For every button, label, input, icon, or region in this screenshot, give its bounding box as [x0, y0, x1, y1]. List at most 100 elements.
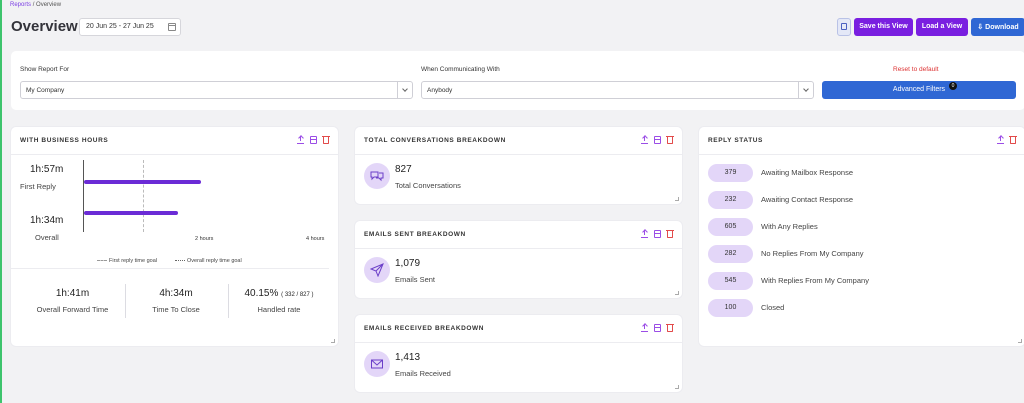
chart-axis [83, 160, 84, 232]
legend-label: First reply time goal [109, 258, 157, 264]
total-conversations-label: Total Conversations [395, 181, 461, 190]
export-icon[interactable] [297, 136, 304, 144]
report-for-label: Show Report For [20, 66, 70, 73]
status-count-pill: 379 [708, 164, 753, 182]
load-view-button[interactable]: Load a View [916, 18, 968, 36]
view-settings-button[interactable] [837, 18, 851, 36]
chevron-down-icon [798, 82, 813, 98]
stat-forward-time: 1h:41m Overall Forward Time [20, 288, 125, 314]
card-title: TOTAL CONVERSATIONS BREAKDOWN [364, 137, 506, 144]
paper-plane-icon [364, 257, 390, 283]
stat-value: 4h:34m [159, 288, 193, 299]
stat-label: Overall Forward Time [36, 305, 109, 314]
filter-bar: Show Report For My Company When Communic… [11, 51, 1024, 110]
divider [355, 154, 682, 155]
date-range-picker[interactable]: 20 Jun 25 - 27 Jun 25 [79, 18, 181, 36]
communicating-with-value: Anybody [427, 87, 453, 94]
emails-sent-value: 1,079 [395, 258, 421, 269]
delete-icon[interactable] [1009, 136, 1017, 144]
advanced-filters-label: Advanced Filters [892, 86, 946, 93]
status-count-pill: 545 [708, 272, 753, 290]
handled-rate-value: 40.15% [244, 288, 279, 299]
total-conversations-value: 827 [395, 164, 412, 175]
save-icon[interactable] [654, 230, 661, 238]
stat-value: 1h:41m [55, 288, 90, 299]
divider [355, 342, 682, 343]
download-button[interactable]: ⇩ Download [971, 18, 1024, 36]
resize-handle[interactable] [675, 291, 679, 295]
export-icon[interactable] [641, 136, 648, 144]
card-actions [641, 324, 674, 332]
card-actions [997, 136, 1017, 144]
resize-handle[interactable] [675, 197, 679, 201]
delete-icon[interactable] [666, 230, 674, 238]
status-label: With Any Replies [761, 222, 818, 231]
save-icon[interactable] [654, 136, 661, 144]
card-title: REPLY STATUS [708, 137, 763, 144]
reply-status-card: REPLY STATUS 379 Awaiting Mailbox Respon… [699, 127, 1024, 346]
stat-label: Time To Close [152, 305, 200, 314]
divider [11, 154, 338, 155]
export-icon[interactable] [641, 324, 648, 332]
resize-handle[interactable] [331, 339, 335, 343]
delete-icon[interactable] [322, 136, 330, 144]
breadcrumb-separator: / [32, 2, 35, 8]
card-actions [297, 136, 330, 144]
divider [355, 248, 682, 249]
status-count-pill: 232 [708, 191, 753, 209]
first-reply-value: 1h:57m [30, 164, 64, 175]
card-actions [641, 136, 674, 144]
x-tick-2h: 2 hours [195, 236, 214, 242]
dotted-line-icon [175, 260, 185, 262]
export-icon[interactable] [641, 230, 648, 238]
reset-to-default-link[interactable]: Reset to default [893, 66, 939, 73]
status-count-pill: 100 [708, 299, 753, 317]
stat-time-to-close: 4h:34m Time To Close [126, 288, 226, 314]
report-for-value: My Company [26, 87, 65, 94]
advanced-filters-button[interactable]: Advanced Filters 0 [822, 81, 1016, 99]
card-title: EMAILS SENT BREAKDOWN [364, 231, 466, 238]
status-count-pill: 605 [708, 218, 753, 236]
status-count-pill: 282 [708, 245, 753, 263]
overall-label: Overall [35, 233, 59, 242]
card-title: EMAILS RECEIVED BREAKDOWN [364, 325, 485, 332]
stat-handled-rate: 40.15% ( 332 / 827 ) Handled rate [229, 288, 329, 314]
breadcrumb: Reports / Overview [10, 2, 61, 8]
save-view-button[interactable]: Save this View [854, 18, 913, 36]
layout-icon [841, 23, 847, 30]
handled-rate-detail: ( 332 / 827 ) [281, 292, 314, 298]
emails-received-value: 1,413 [395, 352, 421, 363]
resize-handle[interactable] [1018, 339, 1022, 343]
legend-label: Overall reply time goal [187, 258, 242, 264]
stat-label: Handled rate [257, 305, 301, 314]
card-actions [641, 230, 674, 238]
envelope-icon [364, 351, 390, 377]
status-label: Awaiting Contact Response [761, 195, 853, 204]
communicating-with-label: When Communicating With [421, 66, 500, 73]
legend-overall-goal: Overall reply time goal [175, 258, 242, 264]
emails-sent-card: EMAILS SENT BREAKDOWN 1,079 Emails Sent [355, 221, 682, 298]
dashed-line-icon [97, 260, 107, 262]
download-label: Download [985, 24, 1019, 31]
emails-sent-label: Emails Sent [395, 275, 436, 284]
delete-icon[interactable] [666, 136, 674, 144]
save-icon[interactable] [654, 324, 661, 332]
card-title: WITH BUSINESS HOURS [20, 137, 109, 144]
export-icon[interactable] [997, 136, 1004, 144]
download-icon: ⇩ [977, 24, 986, 31]
status-label: Closed [761, 303, 785, 312]
page-title: Overview [11, 18, 78, 35]
breadcrumb-reports-link[interactable]: Reports [10, 2, 31, 8]
section-divider [11, 268, 329, 269]
calendar-icon [168, 23, 176, 31]
status-label: No Replies From My Company [761, 249, 864, 258]
delete-icon[interactable] [666, 324, 674, 332]
chevron-down-icon [397, 82, 412, 98]
save-icon[interactable] [310, 136, 317, 144]
resize-handle[interactable] [675, 385, 679, 389]
report-for-select[interactable]: My Company [20, 81, 413, 99]
first-reply-label: First Reply [20, 182, 56, 191]
date-range-value: 20 Jun 25 - 27 Jun 25 [86, 23, 154, 30]
emails-received-label: Emails Received [395, 369, 451, 378]
communicating-with-select[interactable]: Anybody [421, 81, 814, 99]
